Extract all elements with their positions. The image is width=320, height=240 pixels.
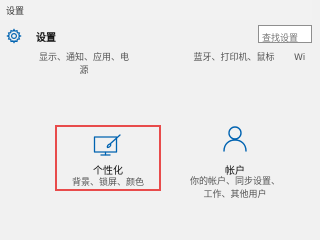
tile-personalization[interactable]: 个性化 背景、锁屏、颜色 — [55, 125, 161, 191]
category-network[interactable]: Wi — [294, 52, 312, 65]
tile-accounts-desc-line2: 工作、其他用户 — [203, 190, 267, 200]
category-devices[interactable]: 蓝牙、打印机、鼠标 — [188, 52, 280, 65]
category-devices-desc: 蓝牙、打印机、鼠标 — [193, 53, 275, 63]
tile-accounts-title: 帐户 — [225, 166, 245, 177]
tile-accounts-desc-line1: 你的帐户、同步设置、 — [189, 177, 280, 187]
category-system-desc-line2: 源 — [79, 66, 89, 76]
page-title: 设置 — [36, 33, 56, 44]
category-network-desc: Wi — [294, 53, 306, 63]
tile-personalization-desc: 背景、锁屏、颜色 — [71, 178, 144, 188]
category-row-top: 显示、通知、应用、电 源 蓝牙、打印机、鼠标 Wi — [0, 50, 312, 84]
tile-accounts[interactable]: 帐户 你的帐户、同步设置、 工作、其他用户 — [181, 120, 289, 224]
category-system[interactable]: 显示、通知、应用、电 源 — [34, 52, 134, 78]
window-title: 设置 — [6, 7, 25, 17]
title-bar: 设置 — [0, 0, 312, 20]
personalization-icon — [93, 133, 123, 157]
gear-icon — [6, 28, 22, 44]
accounts-icon — [221, 124, 249, 152]
tile-personalization-title: 个性化 — [93, 166, 123, 177]
category-row-bottom: 个性化 背景、锁屏、颜色 帐户 你的帐户、同步设置、 工作、其他用户 — [0, 120, 312, 224]
category-system-desc-line1: 显示、通知、应用、电 — [38, 53, 129, 63]
search-box[interactable] — [258, 25, 312, 47]
search-input[interactable] — [259, 31, 311, 47]
